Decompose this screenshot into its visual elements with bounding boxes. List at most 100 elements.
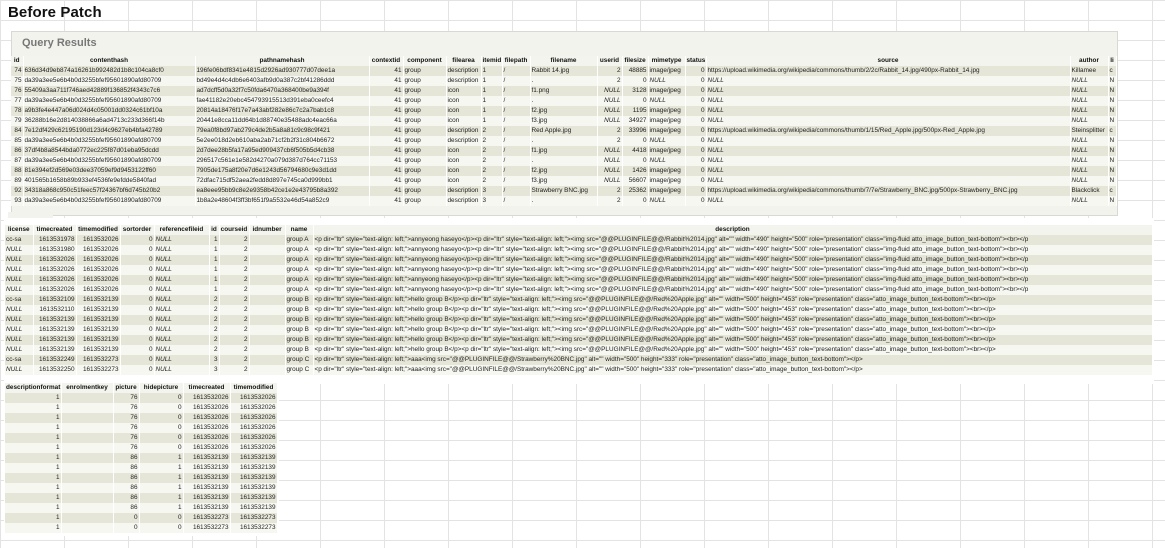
table-row[interactable]: cc-sa 1613532249 1613532273 0 NULL 3 2 group C <… (5, 355, 1153, 365)
table-row[interactable]: NULL 1613532026 1613532026 0 NULL 1 2 group A <p… (5, 265, 1153, 275)
table-row[interactable]: 74 636d34d9eb874a16261b992482d1b8c104ca8c… (11, 66, 1117, 76)
table-row[interactable]: NULL 1613532139 1613532139 0 NULL 2 2 group B <p… (5, 325, 1153, 335)
column-header[interactable]: timemodified (76, 225, 121, 235)
table-row[interactable]: NULL 1613532139 1613532139 0 NULL 2 2 group B <p… (5, 335, 1153, 345)
column-header[interactable]: idnumber (249, 225, 286, 235)
column-header[interactable]: referencefileid (154, 225, 210, 235)
table-cell: 2 (209, 325, 220, 335)
table-row[interactable]: 1 0 0 1613532273 1613532273 (5, 513, 278, 523)
table-cell: NULL (154, 345, 210, 355)
table-row[interactable]: cc-sa 1613532109 1613532139 0 NULL 2 2 group B <… (5, 295, 1153, 305)
table-cell: NULL (706, 116, 1071, 126)
table-row[interactable]: NULL 1613531980 1613532026 0 NULL 1 2 group A <p… (5, 245, 1153, 255)
table-row[interactable]: 77 da39a3ee5e6b4b0d3255bfef95601890afd807… (11, 96, 1117, 106)
table-row[interactable]: NULL 1613532026 1613532026 0 NULL 1 2 group A <p… (5, 255, 1153, 265)
table-row[interactable]: 89 401565b1658b89b933ef4536fe9efdde5840fa… (11, 176, 1117, 186)
table-row[interactable]: 93 da39a3ee5e6b4b0d3255bfef95601890afd807… (11, 196, 1117, 206)
table-cell: <p dir="ltr" style="text-align: left;">h… (313, 345, 1153, 355)
column-header[interactable]: courseid (219, 225, 250, 235)
table-cell: 1613532273 (183, 523, 231, 533)
column-header[interactable]: mimetype (648, 56, 686, 66)
table-row[interactable]: NULL 1613532110 1613532139 0 NULL 2 2 group B <p… (5, 305, 1153, 315)
table-cell (61, 403, 114, 413)
column-header[interactable]: itemid (481, 56, 503, 66)
table-row[interactable]: 1 86 1 1613532139 1613532139 (5, 463, 278, 473)
column-header[interactable]: description (313, 225, 1153, 235)
table-row[interactable]: 1 86 1 1613532139 1613532139 (5, 483, 278, 493)
table-cell: 41 (369, 76, 404, 86)
table-cell: group B (285, 345, 314, 355)
table-cell (61, 393, 114, 403)
column-header[interactable]: pathnamehash (195, 56, 370, 66)
table-row[interactable]: 1 76 0 1613532026 1613532026 (5, 413, 278, 423)
table-cell: 1613532026 (33, 285, 77, 295)
table-row[interactable]: 88 81e394ef2d569e03dee37059ef9d9453122ff6… (11, 166, 1117, 176)
table-row[interactable]: 1 76 0 1613532026 1613532026 (5, 433, 278, 443)
column-header[interactable]: hidepicture (139, 383, 184, 393)
table-cell: 2 (219, 345, 250, 355)
table-row[interactable]: 92 34318a868c950c51feec57f24367bf6d745b20… (11, 186, 1117, 196)
column-header[interactable]: id (11, 56, 24, 66)
column-header[interactable]: status (685, 56, 707, 66)
table-row[interactable]: 1 86 1 1613532139 1613532139 (5, 503, 278, 513)
column-header[interactable]: timecreated (33, 225, 77, 235)
table-row[interactable]: 1 76 0 1613532026 1613532026 (5, 423, 278, 433)
table-cell: NULL (597, 116, 623, 126)
table-cell: 1 (5, 423, 62, 433)
table-row[interactable]: 79 36288b16e2d814038866a6ad4713c233d366f1… (11, 116, 1117, 126)
column-header[interactable]: contextid (369, 56, 404, 66)
column-header[interactable]: filename (530, 56, 598, 66)
table-cell: 1613532139 (33, 315, 77, 325)
column-header[interactable]: license (5, 225, 34, 235)
table-row[interactable]: cc-sa 1613531978 1613532026 0 NULL 1 2 group A <… (5, 235, 1153, 245)
table-row[interactable]: NULL 1613532026 1613532026 0 NULL 1 2 group A <p… (5, 285, 1153, 295)
column-header[interactable]: enrolmentkey (61, 383, 114, 393)
table-cell: 1 (209, 275, 220, 285)
table-cell: 1613532026 (76, 275, 121, 285)
column-header[interactable]: source (706, 56, 1071, 66)
column-header[interactable]: descriptionformat (5, 383, 62, 393)
table-row[interactable]: 84 7e12df429c62195190d123d4c9627eb4bfa427… (11, 126, 1117, 136)
table-cell: 0 (685, 116, 707, 126)
column-header[interactable]: contenthash (23, 56, 196, 66)
table-cell: 0 (120, 275, 155, 285)
column-header[interactable]: filesize (622, 56, 649, 66)
table-row[interactable]: 1 86 1 1613532139 1613532139 (5, 493, 278, 503)
table-cell: group A (285, 245, 314, 255)
table-row[interactable]: 86 37df4b8a8544bda0772ec225f87d01eba95dcd… (11, 146, 1117, 156)
column-header[interactable]: name (285, 225, 314, 235)
table-row[interactable]: NULL 1613532139 1613532139 0 NULL 2 2 group B <p… (5, 315, 1153, 325)
table-row[interactable]: 1 76 0 1613532026 1613532026 (5, 443, 278, 453)
table-cell: 1613531980 (33, 245, 77, 255)
table-row[interactable]: 85 da39a3ee5e6b4b0d3255bfef95601890afd807… (11, 136, 1117, 146)
column-header[interactable]: timecreated (183, 383, 231, 393)
table-row[interactable]: 1 76 0 1613532026 1613532026 (5, 403, 278, 413)
table-cell: N (1108, 146, 1117, 156)
table-row[interactable]: 1 86 1 1613532139 1613532139 (5, 473, 278, 483)
table-row[interactable]: 1 76 0 1613532026 1613532026 (5, 393, 278, 403)
table-cell: 0 (622, 96, 649, 106)
table-row[interactable]: NULL 1613532139 1613532139 0 NULL 2 2 group B <p… (5, 345, 1153, 355)
column-header[interactable]: timemodified (230, 383, 278, 393)
table-row[interactable]: NULL 1613532026 1613532026 0 NULL 1 2 group A <p… (5, 275, 1153, 285)
table-row[interactable]: 1 0 0 1613532273 1613532273 (5, 523, 278, 533)
table-row[interactable]: 75 da39a3ee5e6b4b0d3255bfef95601890afd807… (11, 76, 1117, 86)
column-header[interactable]: picture (113, 383, 140, 393)
column-header[interactable]: component (403, 56, 447, 66)
table-row[interactable]: 1 86 1 1613532139 1613532139 (5, 453, 278, 463)
table-cell: 1 (5, 483, 62, 493)
table-cell: NULL (154, 305, 210, 315)
table-cell: 41 (369, 66, 404, 76)
table-row[interactable]: 76 55409a3aa711f746aed42889f136852f4343c7… (11, 86, 1117, 96)
column-header[interactable]: filepath (502, 56, 531, 66)
column-header[interactable]: li (1108, 56, 1117, 66)
column-header[interactable]: id (209, 225, 220, 235)
column-header[interactable]: userid (597, 56, 623, 66)
table-row[interactable]: NULL 1613532250 1613532273 0 NULL 3 2 group C <p… (5, 365, 1153, 375)
table-row[interactable]: 78 a9b3fe4e447a06d024d4c05001dd0324c61bf1… (11, 106, 1117, 116)
column-header[interactable]: sortorder (120, 225, 155, 235)
table-cell: 2 (597, 76, 623, 86)
column-header[interactable]: filearea (446, 56, 482, 66)
table-row[interactable]: 87 da39a3ee5e6b4b0d3255bfef95601890afd807… (11, 156, 1117, 166)
column-header[interactable]: author (1070, 56, 1109, 66)
